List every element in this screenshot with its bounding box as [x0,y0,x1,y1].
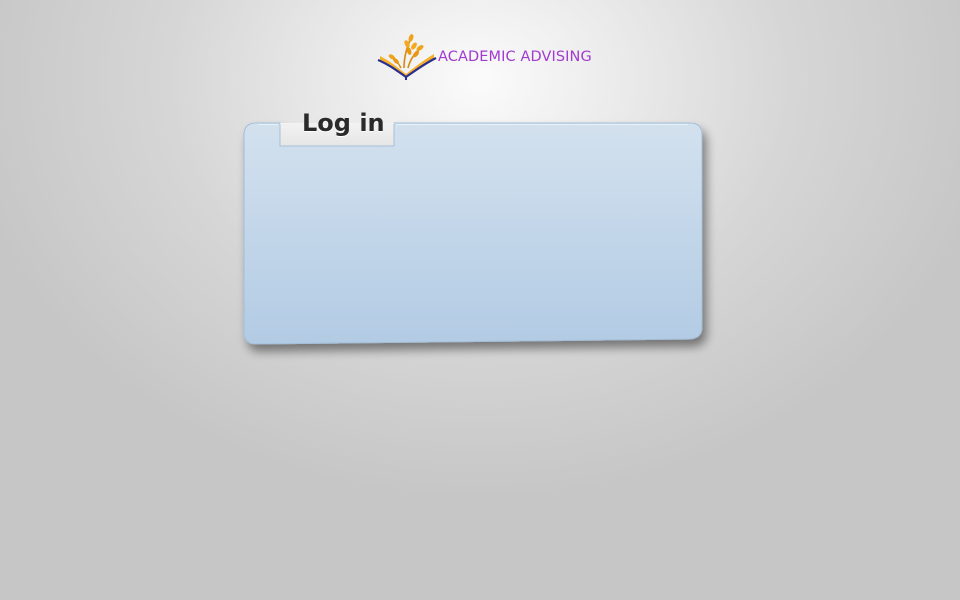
login-panel: Log in [243,109,704,348]
book-wheat-logo-icon [377,34,437,80]
login-title: Log in [302,109,385,137]
brand-name: ACADEMIC ADVISING [438,49,592,65]
login-form-area [256,153,692,331]
brand-header: ACADEMIC ADVISING [374,30,604,82]
